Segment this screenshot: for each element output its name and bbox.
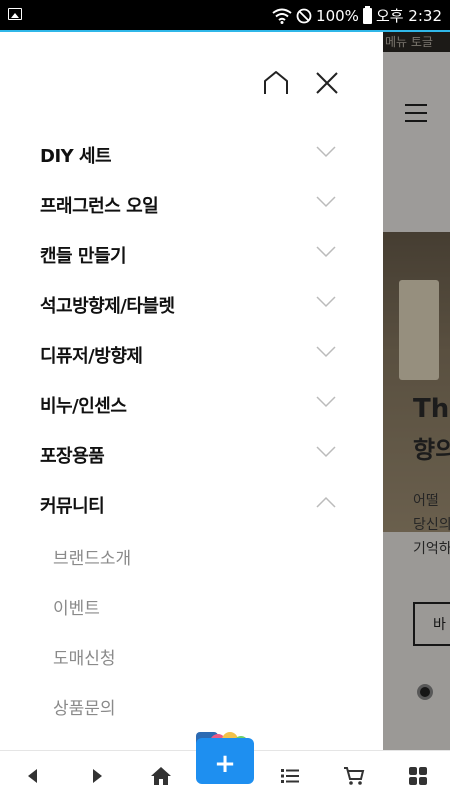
submenu-item-label: 상품문의 — [53, 699, 116, 719]
menu-item-label: 프래그런스 오일 — [40, 196, 159, 217]
menu-item-community[interactable]: 커뮤니티 — [0, 480, 383, 530]
forward-arrow-icon[interactable] — [86, 765, 108, 787]
list-icon[interactable] — [279, 765, 301, 787]
chevron-down-icon[interactable] — [316, 296, 336, 308]
menu-item-candle-making[interactable]: 캔들 만들기 — [0, 230, 383, 280]
chevron-down-icon[interactable] — [316, 346, 336, 358]
side-drawer: DIY 세트 프래그런스 오일 캔들 만들기 석고방향제/타블렛 디퓨저/방향제… — [0, 32, 383, 750]
background-page: 메뉴 토글 Th 향의 어떨 당신의 기억하 바 — [383, 32, 450, 750]
menu-item-packaging[interactable]: 포장용품 — [0, 430, 383, 480]
submenu-item-product-inquiry[interactable]: 상품문의 — [0, 680, 383, 730]
chevron-down-icon[interactable] — [316, 396, 336, 408]
wifi-icon — [272, 8, 292, 24]
submenu-item-label: 브랜드소개 — [53, 549, 132, 569]
folder-add-icon[interactable]: + — [196, 732, 254, 784]
menu-item-diy-set[interactable]: DIY 세트 — [0, 130, 383, 180]
chevron-down-icon[interactable] — [316, 146, 336, 158]
menu-item-plaster-tablet[interactable]: 석고방향제/타블렛 — [0, 280, 383, 330]
submenu-item-label: 이벤트 — [53, 599, 100, 619]
status-bar: 100% 오후 2:32 — [0, 0, 450, 30]
menu-item-label: 캔들 만들기 — [40, 246, 127, 267]
submenu-item-event[interactable]: 이벤트 — [0, 580, 383, 630]
menu-item-soap-incense[interactable]: 비누/인센스 — [0, 380, 383, 430]
chevron-down-icon[interactable] — [316, 196, 336, 208]
plus-icon: + — [214, 749, 236, 779]
menu-item-label: 석고방향제/타블렛 — [40, 296, 175, 317]
battery-icon — [362, 5, 372, 24]
home-icon[interactable] — [262, 70, 290, 96]
submenu-item-wholesale[interactable]: 도매신청 — [0, 630, 383, 680]
chevron-down-icon[interactable] — [316, 246, 336, 258]
menu-item-label: 디퓨저/방향제 — [40, 346, 143, 367]
battery-percent: 100% — [316, 6, 359, 25]
submenu-item-brand-intro[interactable]: 브랜드소개 — [0, 530, 383, 580]
menu-item-label: 커뮤니티 — [40, 496, 105, 517]
dim-overlay[interactable] — [383, 32, 450, 750]
menu-item-label: 포장용품 — [40, 446, 105, 467]
chevron-up-icon[interactable] — [316, 496, 336, 508]
cart-icon[interactable] — [343, 765, 365, 787]
home-icon[interactable] — [150, 765, 172, 787]
menu-item-label: 비누/인센스 — [40, 396, 127, 417]
image-notification-icon — [8, 8, 22, 20]
back-arrow-icon[interactable] — [22, 765, 44, 787]
grid-icon[interactable] — [407, 765, 429, 787]
status-right-group: 100% 오후 2:32 — [272, 5, 442, 26]
submenu-item-label: 도매신청 — [53, 649, 116, 669]
do-not-disturb-icon — [296, 8, 312, 23]
category-menu: DIY 세트 프래그런스 오일 캔들 만들기 석고방향제/타블렛 디퓨저/방향제… — [0, 130, 383, 730]
menu-item-diffuser[interactable]: 디퓨저/방향제 — [0, 330, 383, 380]
menu-item-fragrance-oil[interactable]: 프래그런스 오일 — [0, 180, 383, 230]
menu-item-label: DIY 세트 — [40, 146, 112, 167]
clock: 오후 2:32 — [375, 7, 442, 25]
chevron-down-icon[interactable] — [316, 446, 336, 458]
close-icon[interactable] — [314, 70, 340, 96]
